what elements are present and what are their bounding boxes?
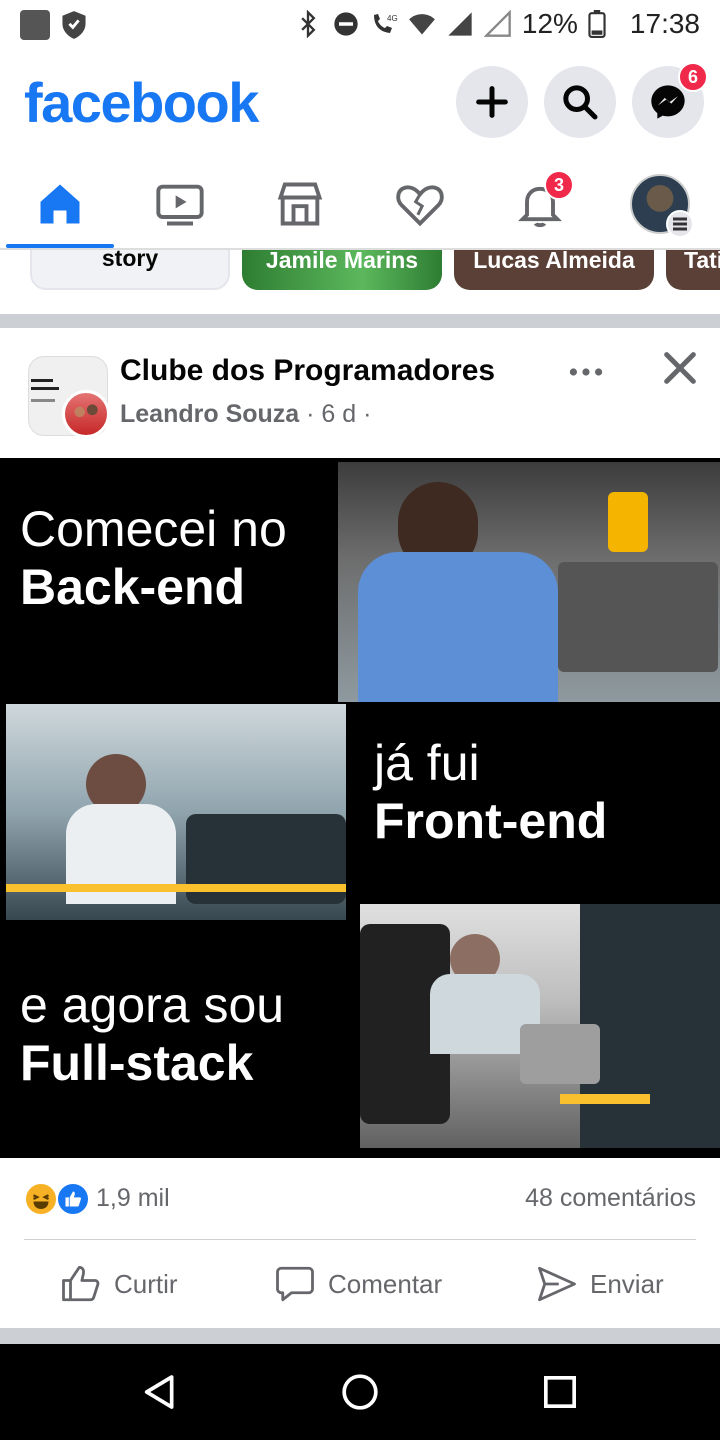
reactions-bar: 1,9 mil 48 comentários [0,1158,720,1240]
tab-bar: 3 [0,160,720,250]
story-card[interactable]: Jamile Marins [242,250,442,290]
post-header: Clube dos Programadores Leandro Souza · … [0,328,720,458]
battery-percent: 12% [521,8,578,39]
story-card[interactable]: Lucas Almeida [454,250,654,290]
clock: 17:38 [629,8,700,39]
post-time[interactable]: 6 d [321,400,356,428]
share-button[interactable]: Enviar [536,1240,664,1328]
home-icon [40,184,80,224]
heart-icon [396,185,444,227]
home-circle-icon[interactable] [340,1372,380,1412]
reactions-count[interactable]: 1,9 mil [96,1184,170,1213]
comments-count[interactable]: 48 comentários [525,1184,696,1213]
signal-2-icon [483,10,511,37]
wifi-icon [409,14,435,35]
search-icon [563,85,598,120]
create-button[interactable] [456,66,528,138]
tab-profile-menu[interactable] [600,160,720,248]
meme-caption-2: já fui Front-end [374,735,608,849]
bluetooth-icon [301,10,316,38]
plus-icon [476,86,508,118]
svg-text:4G: 4G [387,14,398,23]
active-tab-indicator [6,244,114,248]
app-notification-icon [20,10,50,40]
meme-caption-3: e agora sou Full-stack [20,977,285,1091]
send-icon [538,1266,576,1302]
tab-home[interactable] [0,160,120,248]
close-icon[interactable] [660,348,700,388]
notifications-badge: 3 [544,170,574,200]
story-create[interactable]: story [30,250,230,290]
post-image[interactable]: Comecei no Back-end já fui Front-end e a… [0,458,720,1158]
like-button[interactable]: Curtir [60,1240,178,1328]
like-reaction-icon[interactable] [56,1182,90,1216]
comment-button[interactable]: Comentar [274,1240,442,1328]
more-options-icon[interactable] [566,352,606,392]
signal-icon [448,12,472,36]
post-actions: Curtir Comentar Enviar [0,1240,720,1328]
comment-icon [276,1266,314,1302]
haha-reaction-icon[interactable] [24,1182,58,1216]
feed-separator [0,1328,720,1344]
avatar [630,174,694,238]
photo-bus-driver [6,704,346,920]
photo-bus-collector [338,462,720,702]
app-header: facebook 6 [0,50,720,160]
back-icon[interactable] [140,1372,180,1412]
volte-call-icon: 4G [373,14,398,33]
group-name[interactable]: Clube dos Programadores [120,354,495,388]
story-card[interactable]: Tati [666,250,720,290]
tab-notifications[interactable]: 3 [480,160,600,248]
tab-watch[interactable] [120,160,240,248]
video-icon [156,184,204,226]
store-icon [277,182,323,226]
tab-marketplace[interactable] [240,160,360,248]
recents-icon[interactable] [540,1372,580,1412]
system-nav-bar [0,1344,720,1440]
stories-strip: story Jamile Marins Lucas Almeida Tati [0,250,720,314]
menu-icon [666,210,694,238]
photo-bus-fullstack [360,904,720,1148]
facebook-logo[interactable]: facebook [24,70,259,135]
meme-caption-1: Comecei no Back-end [20,501,287,615]
post-meta: Leandro Souza · 6 d · [120,400,372,428]
feed-separator [0,314,720,328]
shield-icon [62,11,86,39]
messenger-button[interactable]: 6 [632,62,708,138]
thumbs-up-icon [62,1265,100,1302]
tab-dating[interactable] [360,160,480,248]
status-bar: 4G 12% 17:38 [0,0,720,50]
author-avatar[interactable] [62,390,110,438]
battery-icon [588,10,606,38]
search-button[interactable] [544,66,616,138]
messenger-badge: 6 [678,62,708,92]
author-name[interactable]: Leandro Souza [120,400,299,428]
do-not-disturb-icon [334,12,358,36]
